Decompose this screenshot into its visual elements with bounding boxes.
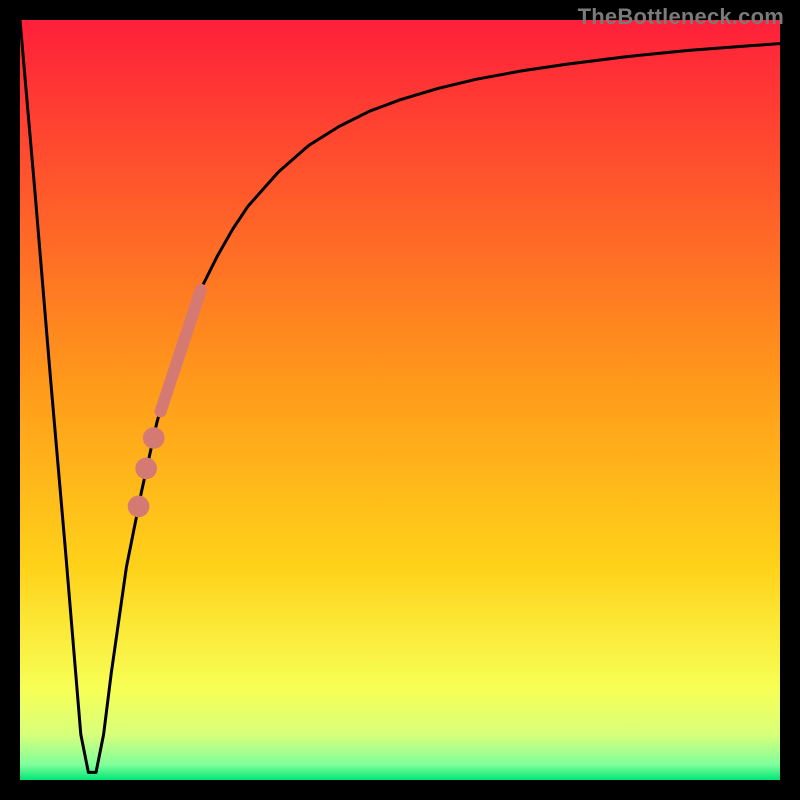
watermark-text: TheBottleneck.com bbox=[578, 4, 784, 30]
highlight-dot bbox=[128, 496, 150, 518]
chart-svg bbox=[20, 20, 780, 780]
plot-area bbox=[20, 20, 780, 780]
highlight-dot bbox=[143, 427, 165, 449]
chart-frame: TheBottleneck.com bbox=[0, 0, 800, 800]
gradient-background bbox=[20, 20, 780, 780]
highlight-dot bbox=[135, 458, 157, 480]
